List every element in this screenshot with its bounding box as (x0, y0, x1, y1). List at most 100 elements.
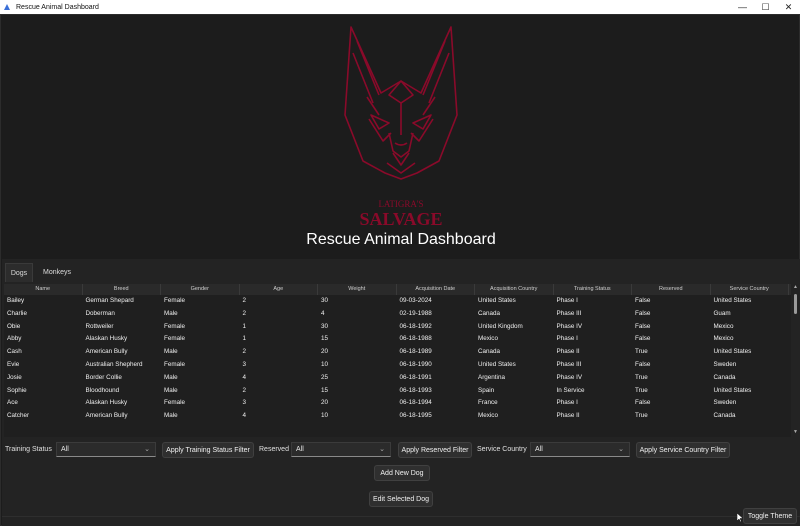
table-cell: Canada (713, 412, 736, 420)
table-cell: Alaskan Husky (85, 399, 128, 407)
close-button[interactable]: ✕ (777, 0, 800, 14)
table-cell: Ace (7, 399, 18, 407)
table-body: Bailey German Shepard Female 2 30 09-03-2024 U… (4, 295, 791, 423)
table-cell: Bailey (7, 297, 25, 304)
table-cell: Male (164, 412, 178, 420)
tab-monkeys[interactable]: Monkeys (37, 263, 77, 282)
table-row[interactable]: Ace Alaskan Husky Female 3 20 06-18-1994 Franc… (4, 397, 791, 410)
table-cell: False (635, 399, 651, 407)
table-cell: 06-18-1990 (399, 360, 432, 368)
training-status-select[interactable]: All ⌄ (56, 442, 156, 457)
col-age[interactable]: Age (240, 284, 318, 295)
table-cell: Phase IV (556, 373, 583, 381)
table-row[interactable]: Bailey German Shepard Female 2 30 09-03-2024 U… (4, 295, 791, 308)
table-cell: True (635, 386, 648, 394)
col-training-status[interactable]: Training Status (554, 284, 632, 295)
table-row[interactable]: Cash American Bully Male 2 20 06-18-1989 Canad… (4, 346, 791, 359)
table-cell: Female (164, 322, 185, 330)
table-scrollbar[interactable]: ▲ ▼ (792, 284, 799, 437)
table-cell: 15 (321, 335, 329, 343)
table-cell: Phase I (556, 335, 578, 343)
edit-selected-dog-button[interactable]: Edit Selected Dog (369, 491, 433, 507)
table-row[interactable]: Abby Alaskan Husky Female 1 15 06-18-1988 Mexi… (4, 333, 791, 346)
window-title: Rescue Animal Dashboard (16, 3, 99, 11)
table-cell: 4 (242, 412, 247, 420)
table-cell: 06-18-1994 (399, 399, 432, 407)
table-cell: 02-19-1988 (399, 309, 432, 317)
table-cell: Mexico (478, 335, 498, 343)
table-cell: 2 (242, 386, 247, 394)
table-row[interactable]: Obie Rottweiler Female 1 30 06-18-1992 United … (4, 321, 791, 334)
table-cell: Alaskan Husky (85, 335, 128, 343)
table-cell: 10 (321, 360, 329, 368)
table-cell: Cash (7, 348, 22, 356)
table-cell: 20 (321, 399, 329, 407)
table-cell: United Kingdom (478, 322, 523, 330)
col-gender[interactable]: Gender (161, 284, 240, 295)
table-cell: Argentina (478, 373, 505, 381)
col-weight[interactable]: Weight (318, 284, 397, 295)
table-row[interactable]: Catcher American Bully Male 4 10 06-18-1995 Me… (4, 410, 791, 423)
reserved-select[interactable]: All ⌄ (291, 442, 391, 457)
chevron-down-icon: ⌄ (144, 446, 150, 453)
col-breed[interactable]: Breed (83, 284, 161, 295)
apply-service-country-filter-button[interactable]: Apply Service Country Filter (636, 442, 730, 458)
chevron-down-icon: ⌄ (618, 446, 624, 453)
table-header: Name Breed Gender Age Weight Acquisition… (4, 284, 791, 295)
table-cell: Mexico (713, 322, 734, 330)
table-cell: Female (164, 399, 185, 407)
table-cell: Rottweiler (85, 322, 114, 330)
table-cell: Guam (713, 309, 731, 317)
reserved-label: Reserved (259, 446, 289, 453)
app-window: LATIGRA'S SALVAGE Rescue Animal Dashboar… (0, 14, 800, 526)
table-row[interactable]: Evie Australian Shepherd Female 3 10 06-18-19… (4, 359, 791, 372)
table-cell: 4 (242, 373, 247, 381)
table-cell: 06-18-1988 (399, 335, 432, 343)
table-cell: 06-18-1992 (399, 322, 432, 330)
table-cell: Male (164, 373, 178, 381)
table-cell: Phase II (556, 412, 580, 420)
table-row[interactable]: Charlie Doberman Male 2 4 02-19-1988 Canada Pha… (4, 308, 791, 321)
scroll-down-icon[interactable]: ▼ (792, 429, 799, 435)
col-service-country[interactable]: Service Country (711, 284, 789, 295)
add-new-dog-button[interactable]: Add New Dog (374, 465, 430, 481)
apply-training-status-filter-button[interactable]: Apply Training Status Filter (162, 442, 254, 458)
dogs-table[interactable]: Name Breed Gender Age Weight Acquisition… (4, 284, 791, 437)
tab-bar: Dogs Monkeys (2, 259, 800, 282)
col-acquisition-country[interactable]: Acquisition Country (475, 284, 554, 295)
apply-reserved-filter-button[interactable]: Apply Reserved Filter (398, 442, 472, 458)
table-cell: 1 (242, 322, 247, 330)
table-cell: Male (164, 309, 178, 317)
col-reserved[interactable]: Reserved (632, 284, 711, 295)
table-cell: American Bully (85, 348, 128, 356)
col-name[interactable]: Name (4, 284, 83, 295)
table-cell: 4 (321, 309, 325, 317)
table-cell: German Shepard (85, 297, 134, 304)
table-cell: Phase II (556, 348, 580, 356)
table-row[interactable]: Sophie Bloodhound Male 2 15 06-18-1993 Spain In… (4, 385, 791, 398)
maximize-button[interactable]: ☐ (754, 0, 777, 14)
toggle-theme-button[interactable]: Toggle Theme (743, 508, 797, 524)
table-cell: Canada (478, 309, 501, 317)
scroll-thumb[interactable] (794, 294, 797, 314)
table-cell: Sophie (7, 386, 27, 394)
table-cell: Male (164, 386, 178, 394)
minimize-button[interactable]: — (731, 0, 754, 14)
table-cell: Canada (713, 373, 736, 381)
table-cell: 30 (321, 297, 329, 304)
table-cell: False (635, 297, 651, 304)
service-country-select[interactable]: All ⌄ (530, 442, 630, 457)
table-cell: Phase IV (556, 322, 583, 330)
table-cell: 2 (242, 348, 247, 356)
table-cell: Doberman (85, 309, 115, 317)
app-icon (4, 4, 10, 10)
table-cell: False (635, 360, 651, 368)
table-row[interactable]: Josie Border Collie Male 4 25 06-18-1991 Argen… (4, 372, 791, 385)
table-cell: Abby (7, 335, 22, 343)
table-cell: 1 (242, 335, 247, 343)
reserved-value: All (296, 446, 304, 453)
table-cell: False (635, 309, 651, 317)
scroll-up-icon[interactable]: ▲ (792, 284, 799, 290)
col-acquisition-date[interactable]: Acquisition Date (397, 284, 475, 295)
tab-dogs[interactable]: Dogs (5, 263, 33, 282)
